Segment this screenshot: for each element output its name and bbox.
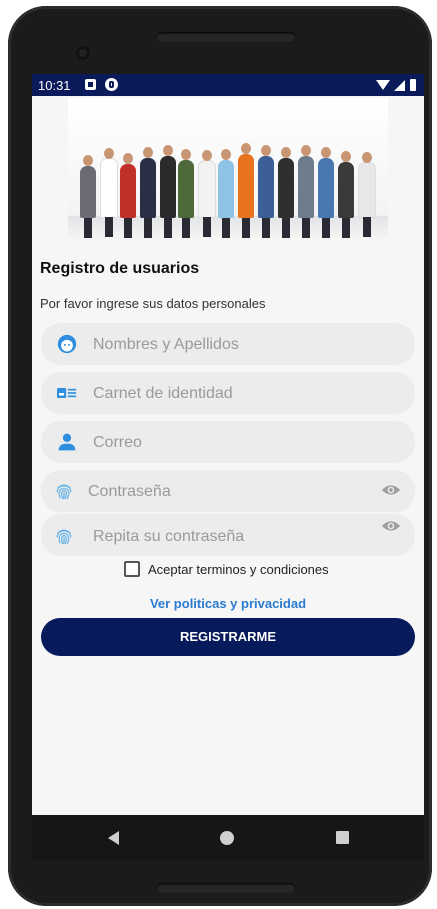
password-placeholder: Contraseña [88, 483, 171, 500]
app-notification-icon [105, 78, 118, 91]
navigation-bar [32, 815, 424, 860]
terms-checkbox[interactable] [124, 561, 140, 577]
bottom-speaker [156, 883, 296, 893]
eye-icon[interactable] [381, 518, 401, 534]
id-number-placeholder: Carnet de identidad [93, 385, 233, 402]
status-icons [374, 78, 418, 92]
password-field[interactable]: Contraseña [41, 470, 415, 512]
email-field[interactable]: Correo [41, 421, 415, 463]
form-subtitle: Por favor ingrese sus datos personales [40, 296, 266, 311]
id-number-field[interactable]: Carnet de identidad [41, 372, 415, 414]
person-icon [58, 433, 76, 451]
fingerprint-icon [56, 484, 72, 500]
notification-icon [85, 79, 96, 90]
email-placeholder: Correo [93, 434, 142, 451]
back-icon[interactable] [108, 831, 119, 845]
confirm-password-field[interactable]: Repita su contraseña [41, 514, 415, 556]
earpiece-speaker [156, 32, 296, 42]
home-icon[interactable] [220, 831, 234, 845]
eye-icon[interactable] [381, 482, 401, 498]
confirm-password-placeholder: Repita su contraseña [93, 528, 245, 545]
battery-icon [410, 79, 416, 91]
fingerprint-icon [56, 529, 72, 545]
register-button[interactable]: REGISTRARME [41, 618, 415, 656]
form-title: Registro de usuarios [40, 260, 200, 277]
recent-apps-icon[interactable] [336, 831, 349, 844]
status-bar: 10:31 [32, 74, 424, 96]
app-screen: 10:31 Registro de usuarios Por favor ing… [32, 74, 424, 860]
workers-banner-image [68, 98, 388, 238]
terms-label[interactable]: Aceptar terminos y condiciones [148, 562, 329, 577]
front-camera [76, 46, 90, 60]
id-card-icon [57, 388, 77, 398]
status-time: 10:31 [38, 78, 71, 93]
signal-icon [394, 80, 405, 91]
wifi-icon [376, 80, 390, 90]
full-name-placeholder: Nombres y Apellidos [93, 336, 239, 353]
face-icon [57, 334, 77, 354]
privacy-policy-link[interactable]: Ver politicas y privacidad [32, 596, 424, 611]
full-name-field[interactable]: Nombres y Apellidos [41, 323, 415, 365]
